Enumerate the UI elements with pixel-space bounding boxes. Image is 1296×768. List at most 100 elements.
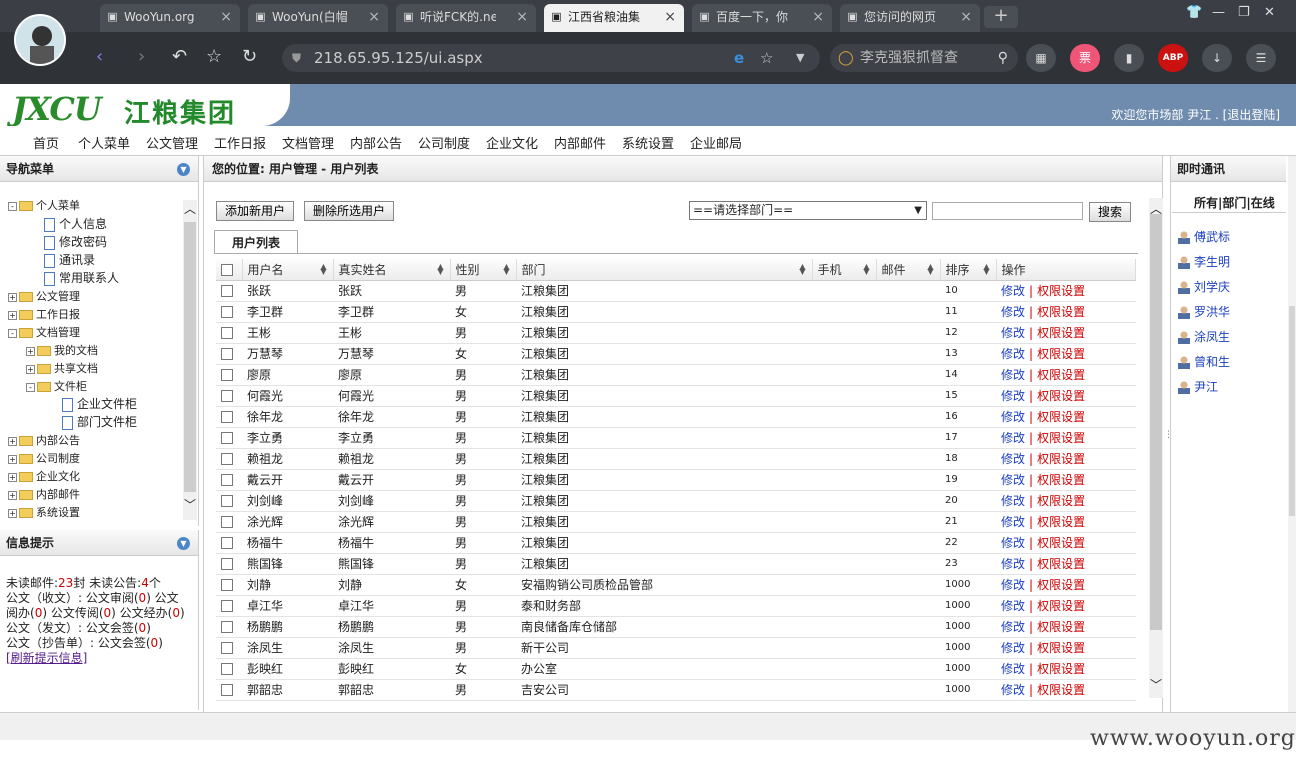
row-checkbox[interactable] [221, 348, 233, 360]
browser-tab[interactable]: ▣ 您访问的网页 × [840, 4, 980, 32]
permission-link[interactable]: 权限设置 [1037, 662, 1085, 676]
table-row[interactable]: 刘剑峰 刘剑峰男江粮集团 20 修改 | 权限设置 [216, 490, 1136, 512]
menu-item[interactable]: 工作日报 [214, 133, 266, 152]
table-row[interactable]: 杨鹏鹏 杨鹏鹏男南良储备库仓储部 1000 修改 | 权限设置 [216, 616, 1136, 638]
col-realname[interactable]: 真实姓名 ▲ ▼ [333, 259, 451, 281]
edit-link[interactable]: 修改 [1001, 662, 1025, 676]
profile-avatar[interactable] [14, 14, 66, 66]
doc-manage-count[interactable]: 0 [172, 606, 180, 620]
permission-link[interactable]: 权限设置 [1037, 431, 1085, 445]
edit-link[interactable]: 修改 [1001, 368, 1025, 382]
nav-item[interactable]: 常用联系人 [44, 269, 119, 286]
close-tab-icon[interactable]: × [368, 4, 380, 30]
expand-icon[interactable]: + [8, 436, 17, 446]
permission-link[interactable]: 权限设置 [1037, 389, 1085, 403]
edit-link[interactable]: 修改 [1001, 284, 1025, 298]
permission-link[interactable]: 权限设置 [1037, 326, 1085, 340]
edit-link[interactable]: 修改 [1001, 620, 1025, 634]
download-icon[interactable]: ↓ [1202, 44, 1232, 72]
search-button[interactable]: 搜索 [1089, 202, 1132, 222]
row-checkbox[interactable] [221, 579, 233, 591]
row-select-cell[interactable] [216, 406, 242, 428]
permission-link[interactable]: 权限设置 [1037, 557, 1085, 571]
expand-icon[interactable]: + [8, 292, 17, 302]
sort-icon[interactable]: ▲ ▼ [927, 263, 933, 276]
row-checkbox[interactable] [221, 516, 233, 528]
menu-item[interactable]: 企业邮局 [690, 133, 742, 152]
menu-item[interactable]: 个人菜单 [78, 133, 130, 152]
refresh-info-link[interactable]: [刷新提示信息] [6, 651, 87, 665]
edit-link[interactable]: 修改 [1001, 410, 1025, 424]
unread-mail-count[interactable]: 23 [58, 576, 73, 590]
edit-link[interactable]: 修改 [1001, 347, 1025, 361]
expand-icon[interactable]: + [26, 346, 35, 356]
row-checkbox[interactable] [221, 600, 233, 612]
row-select-cell[interactable] [216, 616, 242, 638]
nav-item[interactable]: + 系统设置 [8, 504, 80, 520]
permission-link[interactable]: 权限设置 [1037, 347, 1085, 361]
right-scrollbar[interactable] [1288, 156, 1296, 712]
adblock-icon[interactable]: ABP [1158, 44, 1188, 72]
expand-icon[interactable]: - [26, 382, 35, 392]
row-select-cell[interactable] [216, 280, 242, 302]
row-checkbox[interactable] [221, 495, 233, 507]
menu-item[interactable]: 公文管理 [146, 133, 198, 152]
permission-link[interactable]: 权限设置 [1037, 494, 1085, 508]
permission-link[interactable]: 权限设置 [1037, 641, 1085, 655]
row-select-cell[interactable] [216, 595, 242, 617]
menu-item[interactable]: 首页 [33, 133, 59, 152]
sort-icon[interactable]: ▲ ▼ [799, 263, 805, 276]
nav-item[interactable]: + 内部邮件 [8, 486, 80, 502]
table-row[interactable]: 张跃 张跃男江粮集团 10 修改 | 权限设置 [216, 280, 1136, 302]
edit-link[interactable]: 修改 [1001, 557, 1025, 571]
collapse-icon[interactable]: ▼ [177, 537, 190, 550]
row-select-cell[interactable] [216, 469, 242, 491]
permission-link[interactable]: 权限设置 [1037, 620, 1085, 634]
im-user[interactable]: 刘学庆 [1178, 278, 1230, 295]
row-checkbox[interactable] [221, 432, 233, 444]
table-row[interactable]: 卓江华 卓江华男泰和财务部 1000 修改 | 权限设置 [216, 595, 1136, 617]
permission-link[interactable]: 权限设置 [1037, 683, 1085, 697]
close-tab-icon[interactable]: × [812, 4, 824, 30]
delete-users-button[interactable]: 删除所选用户 [304, 201, 395, 221]
sort-icon[interactable]: ▲ ▼ [863, 263, 869, 276]
im-tabs[interactable]: 所有|部门|在线 [1194, 194, 1275, 211]
back-icon[interactable]: ‹ [96, 46, 103, 67]
permission-link[interactable]: 权限设置 [1037, 452, 1085, 466]
edit-link[interactable]: 修改 [1001, 431, 1025, 445]
menu-icon[interactable]: ☰ [1246, 44, 1276, 72]
edit-link[interactable]: 修改 [1001, 452, 1025, 466]
row-select-cell[interactable] [216, 427, 242, 449]
row-select-cell[interactable] [216, 448, 242, 470]
nav-item[interactable]: + 共享文档 [26, 360, 98, 376]
row-checkbox[interactable] [221, 285, 233, 297]
browser-tab[interactable]: ▣ 百度一下，你 × [692, 4, 832, 32]
row-select-cell[interactable] [216, 301, 242, 323]
new-tab-button[interactable]: + [984, 6, 1018, 28]
forward-icon[interactable]: › [138, 46, 145, 67]
browser-tab[interactable]: ▣ 江西省粮油集 × [544, 4, 684, 32]
col-order[interactable]: 排序 ▲ ▼ [940, 259, 997, 281]
edit-link[interactable]: 修改 [1001, 305, 1025, 319]
permission-link[interactable]: 权限设置 [1037, 578, 1085, 592]
scroll-up-icon[interactable]: ︿ [184, 200, 196, 217]
tab-user-list[interactable]: 用户列表 [214, 230, 298, 254]
select-all-header[interactable] [216, 259, 243, 281]
im-user[interactable]: 罗洪华 [1178, 303, 1230, 320]
row-checkbox[interactable] [221, 453, 233, 465]
nav-item[interactable]: 企业文件柜 [62, 395, 137, 412]
nav-item[interactable]: - 个人菜单 [8, 197, 80, 213]
edit-link[interactable]: 修改 [1001, 326, 1025, 340]
browser-tab[interactable]: ▣ WooYun(白帽 × [248, 4, 388, 32]
select-all-checkbox[interactable] [221, 263, 233, 276]
table-row[interactable]: 杨福牛 杨福牛男江粮集团 22 修改 | 权限设置 [216, 532, 1136, 554]
scroll-down-icon[interactable]: ﹀ [1150, 676, 1162, 693]
row-checkbox[interactable] [221, 642, 233, 654]
permission-link[interactable]: 权限设置 [1037, 515, 1085, 529]
table-row[interactable]: 何霞光 何霞光男江粮集团 15 修改 | 权限设置 [216, 385, 1136, 407]
col-username[interactable]: 用户名 ▲ ▼ [242, 259, 334, 281]
col-sex[interactable]: 性别 ▲ ▼ [450, 259, 517, 281]
browser-tab[interactable]: ▣ 听说FCK的.ne × [396, 4, 536, 32]
row-checkbox[interactable] [221, 390, 233, 402]
department-select[interactable]: ==请选择部门== ▼ [689, 201, 927, 220]
